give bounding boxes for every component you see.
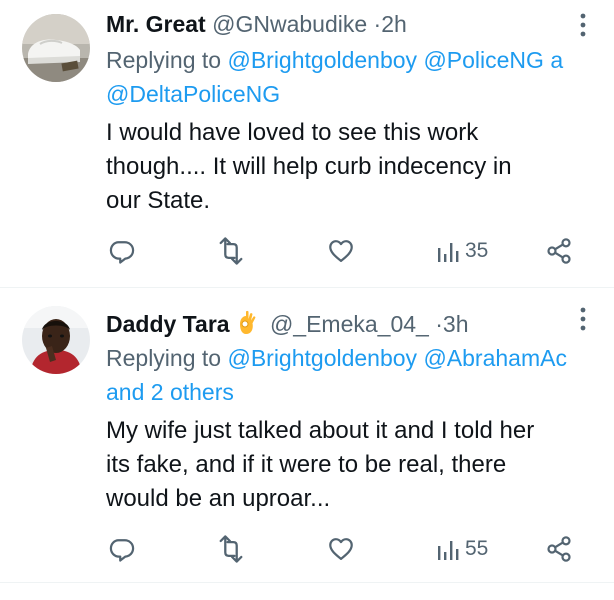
avatar[interactable]: [22, 306, 90, 374]
divider: [0, 582, 614, 583]
views-count: 55: [465, 537, 489, 560]
replying-to-line-2: @DeltaPoliceNG: [106, 78, 614, 111]
views-button[interactable]: 35: [437, 233, 488, 269]
tweet-text-line: our State.: [106, 187, 211, 214]
views-icon: [438, 243, 459, 262]
avatar[interactable]: [22, 14, 90, 82]
share-button[interactable]: [545, 233, 573, 269]
reply-icon: [109, 539, 135, 562]
share-icon: [547, 238, 571, 264]
replying-to-line-2: and 2 others: [106, 376, 614, 409]
tweet-text-line: though.... It will help curb indecency i…: [106, 153, 512, 180]
separator-dot: ·: [435, 311, 443, 337]
tweet-text-line: would be an uproar...: [106, 485, 331, 512]
replying-to-label: Replying to: [106, 47, 222, 73]
tweet-header: Mr. Great @GNwabudike ·2h: [106, 9, 584, 39]
tweet-header: Daddy Tara @_Emeka_04_ ·3h: [106, 309, 584, 339]
tweet-text-line: I would have loved to see this work: [106, 119, 479, 146]
timestamp[interactable]: 3h: [443, 311, 469, 337]
tweet-text: My wife just talked about it and I told …: [106, 414, 586, 516]
timestamp[interactable]: 2h: [381, 11, 407, 37]
like-icon: [329, 240, 353, 263]
author-name[interactable]: Daddy Tara: [106, 311, 230, 337]
share-icon: [547, 536, 571, 562]
views-button[interactable]: 55: [437, 531, 488, 567]
retweet-button[interactable]: [215, 233, 247, 269]
replying-to-mentions[interactable]: @Brightgoldenboy @AbrahamAc: [227, 345, 567, 371]
retweet-button[interactable]: [215, 531, 247, 567]
reply-button[interactable]: [108, 233, 136, 269]
author-handle[interactable]: @_Emeka_04_: [270, 311, 429, 337]
author-name[interactable]: Mr. Great: [106, 11, 206, 37]
tweet-item[interactable]: Daddy Tara @_Emeka_04_ ·3h Replying to @…: [0, 288, 614, 582]
ok-hand-emoji: [236, 310, 258, 339]
replying-to-label: Replying to: [106, 345, 222, 371]
replying-to-mention[interactable]: @DeltaPoliceNG: [106, 81, 280, 107]
replying-to-mentions[interactable]: @Brightgoldenboy @PoliceNG a: [227, 47, 563, 73]
reply-icon: [109, 241, 135, 264]
retweet-icon: [219, 237, 243, 265]
tweet-actions: 55: [0, 531, 614, 567]
tweet-text: I would have loved to see this work thou…: [106, 116, 586, 218]
author-handle[interactable]: @GNwabudike: [212, 11, 367, 37]
views-icon: [438, 541, 459, 560]
replying-to-line: Replying to @Brightgoldenboy @AbrahamAc: [106, 342, 614, 375]
share-button[interactable]: [545, 531, 573, 567]
replying-to-others[interactable]: and 2 others: [106, 379, 234, 405]
tweet-item[interactable]: Mr. Great @GNwabudike ·2h Replying to @B…: [0, 0, 614, 287]
like-button[interactable]: [327, 531, 355, 567]
retweet-icon: [219, 535, 243, 563]
more-options-icon[interactable]: [578, 12, 588, 38]
like-button[interactable]: [327, 233, 355, 269]
tweet-actions: 35: [0, 233, 614, 269]
tweet-text-line: its fake, and if it were to be real, the…: [106, 451, 507, 478]
replying-to-line: Replying to @Brightgoldenboy @PoliceNG a: [106, 44, 614, 77]
like-icon: [329, 538, 353, 561]
views-count: 35: [465, 239, 489, 262]
tweet-text-line: My wife just talked about it and I told …: [106, 417, 535, 444]
reply-button[interactable]: [108, 531, 136, 567]
more-options-icon[interactable]: [578, 306, 588, 332]
